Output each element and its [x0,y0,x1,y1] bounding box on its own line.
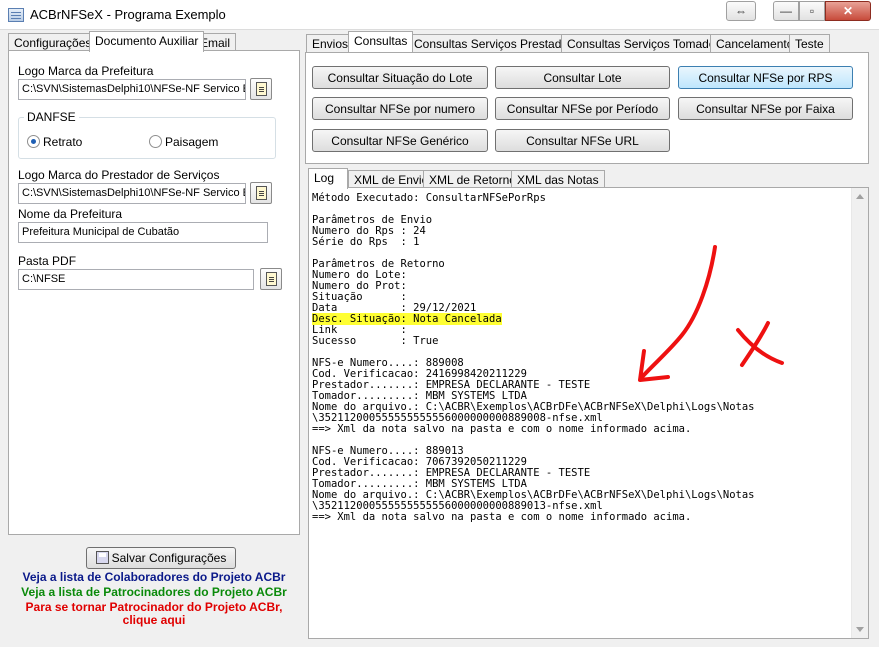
patrocinadores-link[interactable]: Veja a lista de Patrocinadores do Projet… [8,585,300,599]
consultar-nfse-por-rps-button[interactable]: Consultar NFSe por RPS [678,66,853,89]
save-config-button[interactable]: Salvar Configurações [86,547,236,569]
maximize-button[interactable]: ▫ [799,1,825,21]
save-icon [95,551,109,564]
tab-documento-auxiliar[interactable]: Documento Auxiliar [89,31,205,52]
logo-prestador-label: Logo Marca do Prestador de Serviços [18,168,220,182]
radio-paisagem-label: Paisagem [165,135,219,149]
tab-envios[interactable]: Envios [306,34,355,53]
scroll-up-arrow-icon[interactable] [856,194,864,199]
logo-prefeitura-label: Logo Marca da Prefeitura [18,64,154,78]
radio-retrato-label: Retrato [43,135,83,149]
consultar-nfse-por-faixa-button[interactable]: Consultar NFSe por Faixa [678,97,853,120]
browse-logo-prestador-button[interactable] [250,182,272,204]
radio-retrato[interactable] [27,135,40,148]
cross-stroke-2 [740,321,770,367]
tab-teste[interactable]: Teste [789,34,830,53]
resize-arrows-button[interactable]: ⇔ [726,1,756,21]
colaboradores-link[interactable]: Veja a lista de Colaboradores do Projeto… [8,570,300,584]
nome-prefeitura-input[interactable]: Prefeitura Municipal de Cubatão [18,222,268,243]
consultar-nfse-por-numero-button[interactable]: Consultar NFSe por numero [312,97,488,120]
document-icon [256,82,267,96]
consultar-nfse-generico-button[interactable]: Consultar NFSe Genérico [312,129,488,152]
close-button[interactable]: ✕ [825,1,871,21]
document-icon [266,272,277,286]
browse-logo-prefeitura-button[interactable] [250,78,272,100]
tornar-patrocinador-link[interactable]: Para se tornar Patrocinador do Projeto A… [8,600,300,614]
tab-consultas-servicos-prestados[interactable]: Consultas Serviços Prestados [408,34,581,53]
app-icon [8,8,24,22]
tab-cancelamento[interactable]: Cancelamento [710,34,800,53]
consultar-nfse-url-button[interactable]: Consultar NFSe URL [495,129,670,152]
consultar-situacao-lote-button[interactable]: Consultar Situação do Lote [312,66,488,89]
nome-prefeitura-label: Nome da Prefeitura [18,207,123,221]
logo-prefeitura-input[interactable]: C:\SVN\SistemasDelphi10\NFSe-NF Servico … [18,79,246,100]
clique-aqui-link[interactable]: clique aqui [8,613,300,627]
radio-paisagem[interactable] [149,135,162,148]
log-text-before: Método Executado: ConsultarNFSePorRps Pa… [312,192,546,314]
browse-pasta-pdf-button[interactable] [260,268,282,290]
consultar-lote-button[interactable]: Consultar Lote [495,66,670,89]
window-title: ACBrNFSeX - Programa Exemplo [30,7,226,22]
pasta-pdf-label: Pasta PDF [18,254,77,268]
document-icon [256,186,267,200]
consultar-nfse-por-periodo-button[interactable]: Consultar NFSe por Período [495,97,670,120]
red-arrow-annotation [638,245,784,382]
tab-consultas[interactable]: Consultas [348,31,414,52]
log-scrollbar[interactable] [851,188,868,638]
danfse-legend: DANFSE [24,110,79,124]
scroll-down-arrow-icon[interactable] [856,627,864,632]
save-config-label: Salvar Configurações [111,551,227,565]
tab-consultas-servicos-tomados[interactable]: Consultas Serviços Tomados [561,34,728,53]
pasta-pdf-input[interactable]: C:\NFSE [18,269,254,290]
logo-prestador-input[interactable]: C:\SVN\SistemasDelphi10\NFSe-NF Servico … [18,183,246,204]
minimize-button[interactable]: — [773,1,799,21]
title-bar: ACBrNFSeX - Programa Exemplo ⇔ — ▫ ✕ [0,0,879,30]
arrow-shaft [640,245,717,379]
tab-log[interactable]: Log [308,168,348,189]
